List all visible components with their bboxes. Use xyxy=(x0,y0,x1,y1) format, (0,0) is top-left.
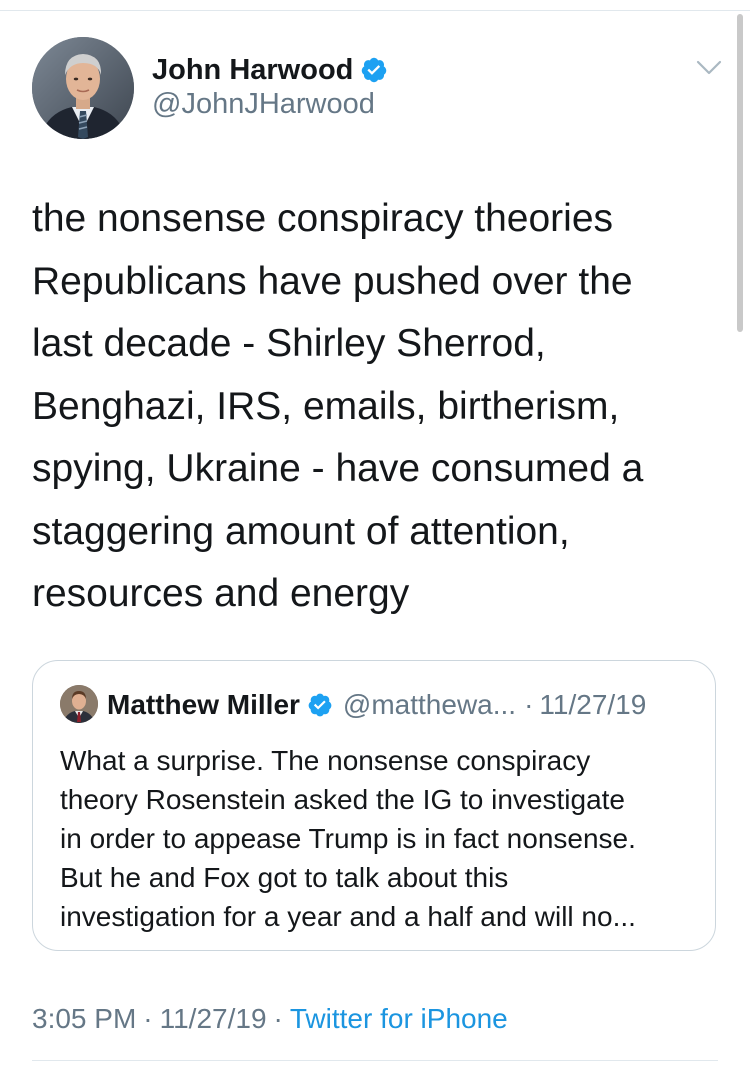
tweet-text: the nonsense conspiracy theories Republi… xyxy=(32,197,644,615)
quoted-date[interactable]: 11/27/19 xyxy=(539,689,646,721)
scrollbar-thumb[interactable] xyxy=(737,14,743,332)
meta-separator: · xyxy=(143,1003,153,1034)
top-divider xyxy=(0,10,750,11)
author-handle[interactable]: @JohnJHarwood xyxy=(152,88,375,121)
quoted-author-handle[interactable]: @matthewa... xyxy=(343,689,516,721)
meta-separator-2: · xyxy=(273,1003,283,1034)
quoted-tweet-text: What a surprise. The nonsense conspiracy… xyxy=(60,745,636,932)
tweet-date[interactable]: 11/27/19 xyxy=(160,1003,267,1035)
quoted-avatar-photo xyxy=(60,685,98,723)
quoted-tweet-header: Matthew Miller @matthewa... · 11/27/19 xyxy=(107,685,646,725)
bottom-divider xyxy=(32,1060,718,1061)
chevron-down-icon[interactable] xyxy=(694,56,724,80)
tweet-source-link[interactable]: Twitter for iPhone xyxy=(290,1003,508,1035)
author-name[interactable]: John Harwood xyxy=(152,54,353,87)
quoted-verified-badge-icon xyxy=(308,693,332,717)
author-name-row[interactable]: John Harwood xyxy=(152,52,388,88)
quoted-separator: · xyxy=(524,689,534,720)
author-avatar-photo xyxy=(32,37,134,139)
verified-badge-icon xyxy=(362,57,387,83)
tweet-time[interactable]: 3:05 PM xyxy=(32,1003,136,1035)
tweet-meta: 3:05 PM · 11/27/19 · Twitter for iPhone xyxy=(32,1000,508,1038)
quoted-author-name[interactable]: Matthew Miller xyxy=(107,689,300,721)
quoted-author-avatar[interactable] xyxy=(60,685,98,723)
author-avatar[interactable] xyxy=(32,37,134,139)
quoted-tweet-card[interactable]: Matthew Miller @matthewa... · 11/27/19 W… xyxy=(32,660,716,951)
